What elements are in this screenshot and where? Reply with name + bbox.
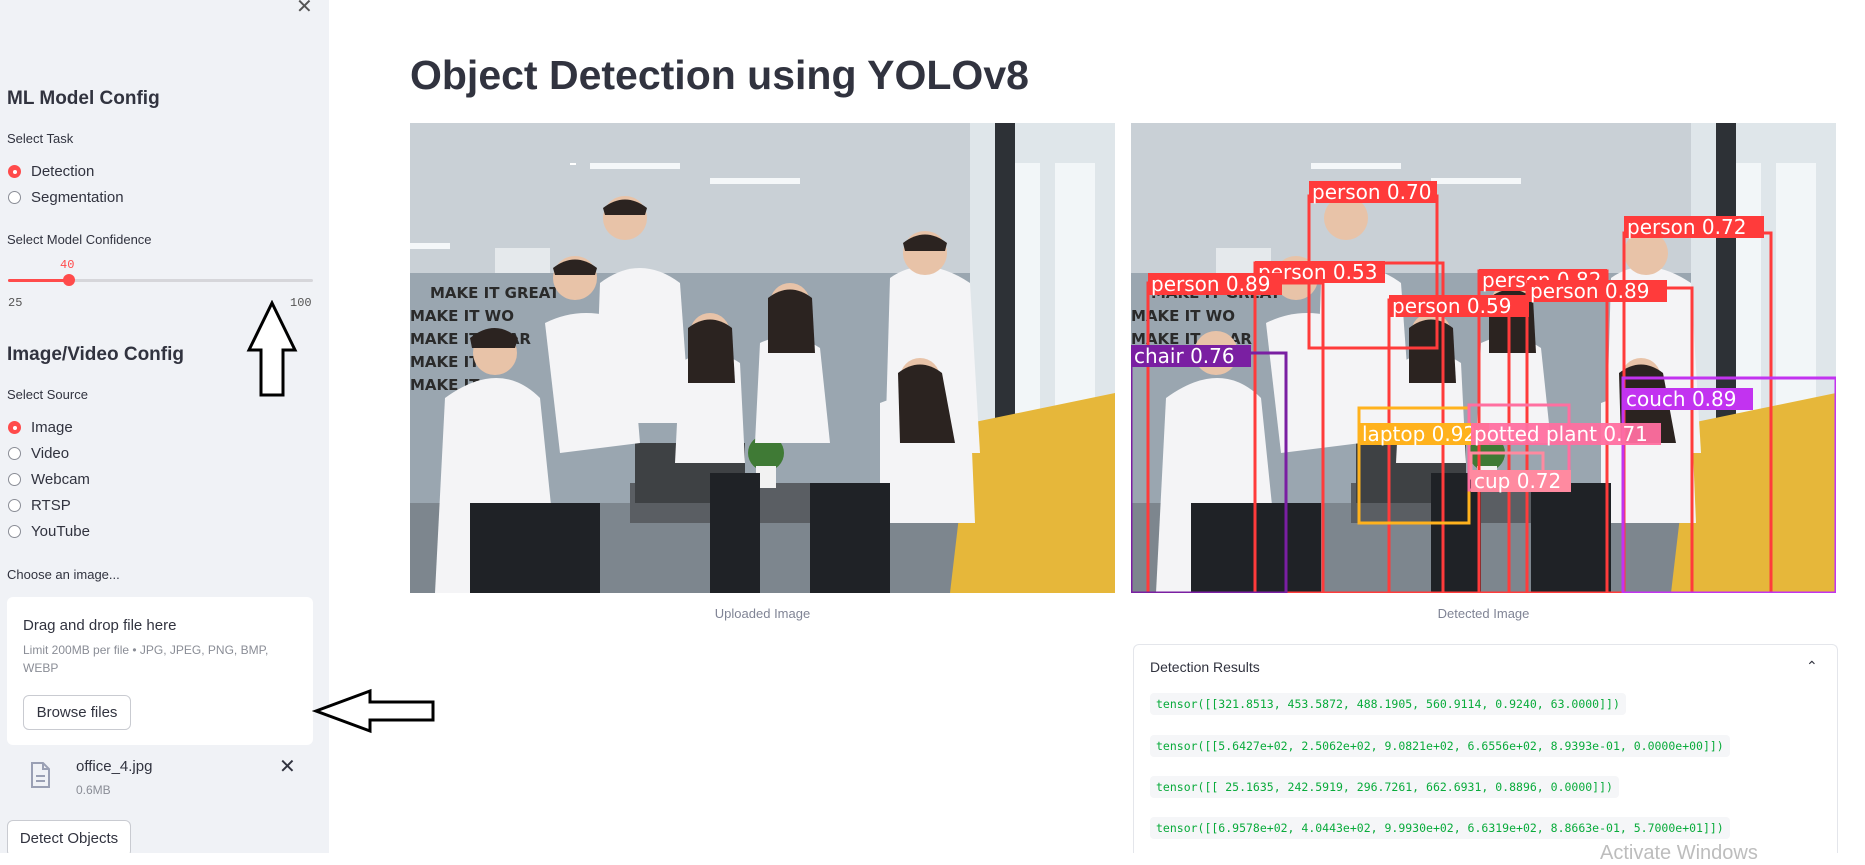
detection-label: cup 0.72 (1474, 469, 1561, 493)
detected-image-caption: Detected Image (1437, 606, 1530, 621)
model-config-heading: ML Model Config (7, 88, 160, 109)
office-photo-detected: MAKE IT GREAT MAKE IT WO MAKE IT SOAR MA… (1131, 123, 1836, 593)
radio-dot-icon (8, 165, 21, 178)
uploaded-image: MAKE IT GREAT MAKE IT WO MAKE IT SOAR MA… (410, 123, 1115, 593)
detection-label: person 0.89 (1530, 279, 1649, 303)
detection-label: person 0.72 (1627, 215, 1746, 239)
detection-label: person 0.89 (1151, 272, 1270, 296)
radio-dot-icon (8, 421, 21, 434)
slider-value: 40 (60, 258, 75, 272)
result-line: tensor([[ 25.1635, 242.5919, 296.7261, 6… (1150, 776, 1619, 798)
radio-label: RTSP (31, 497, 71, 514)
uploaded-image-caption: Uploaded Image (714, 606, 811, 621)
detection-label: laptop 0.92 (1362, 422, 1476, 446)
radio-dot-icon (8, 473, 21, 486)
detection-label: chair 0.76 (1134, 344, 1235, 368)
confidence-slider-thumb[interactable] (63, 274, 75, 286)
select-source-label: Select Source (7, 387, 88, 402)
radio-video[interactable]: Video (8, 445, 69, 462)
detection-label: couch 0.89 (1626, 387, 1736, 411)
select-task-label: Select Task (7, 131, 74, 146)
radio-rtsp[interactable]: RTSP (8, 497, 71, 514)
uploaded-file-size: 0.6MB (76, 783, 111, 797)
office-photo: MAKE IT GREAT MAKE IT WO MAKE IT SOAR MA… (410, 123, 1115, 593)
detect-objects-button[interactable]: Detect Objects (7, 820, 131, 853)
dropzone-limit: Limit 200MB per file • JPG, JPEG, PNG, B… (23, 643, 269, 675)
choose-image-label: Choose an image... (7, 567, 120, 582)
radio-detection[interactable]: Detection (8, 163, 94, 180)
result-line: tensor([[321.8513, 453.5872, 488.1905, 5… (1150, 693, 1626, 715)
wall-text: MAKE IT GREAT (430, 284, 560, 302)
radio-segmentation[interactable]: Segmentation (8, 189, 124, 206)
radio-image[interactable]: Image (8, 419, 73, 436)
result-line: tensor([[6.9578e+02, 4.0443e+02, 9.9930e… (1150, 817, 1730, 839)
radio-label: Detection (31, 163, 95, 180)
source-config-heading: Image/Video Config (7, 344, 185, 365)
radio-label: Image (31, 419, 73, 436)
radio-label: YouTube (31, 523, 90, 540)
confidence-label: Select Model Confidence (7, 232, 152, 247)
slider-min: 25 (8, 296, 23, 310)
browse-files-button[interactable]: Browse files (23, 695, 131, 730)
radio-dot-icon (8, 499, 21, 512)
radio-dot-icon (8, 525, 21, 538)
radio-label: Segmentation (31, 189, 124, 206)
detection-label: person 0.70 (1312, 180, 1431, 204)
radio-dot-icon (8, 447, 21, 460)
chevron-up-icon[interactable]: ⌃ (1806, 658, 1818, 675)
arrow-left-icon (312, 688, 435, 734)
detected-image: MAKE IT GREAT MAKE IT WO MAKE IT SOAR MA… (1131, 123, 1836, 593)
result-line: tensor([[5.6427e+02, 2.5062e+02, 9.0821e… (1150, 735, 1730, 757)
radio-webcam[interactable]: Webcam (8, 471, 90, 488)
confidence-slider-fill (8, 279, 68, 282)
detection-results-expander[interactable]: Detection Results ⌃ tensor([[321.8513, 4… (1133, 644, 1838, 853)
file-icon (31, 762, 50, 788)
activation-watermark: Activate Windows (1600, 842, 1758, 864)
dropzone-title: Drag and drop file here (23, 617, 177, 634)
page-title: Object Detection using YOLOv8 (410, 52, 1029, 98)
close-sidebar-icon[interactable]: ✕ (296, 0, 313, 19)
remove-file-icon[interactable]: ✕ (279, 754, 296, 779)
detection-label: potted plant 0.71 (1474, 422, 1648, 446)
uploaded-file-name: office_4.jpg (76, 758, 153, 775)
wall-text: MAKE IT WO (410, 307, 514, 325)
radio-dot-icon (8, 191, 21, 204)
detection-label: person 0.59 (1392, 294, 1511, 318)
radio-label: Video (31, 445, 70, 462)
results-heading: Detection Results (1150, 659, 1260, 675)
file-dropzone[interactable]: Drag and drop file here Limit 200MB per … (7, 597, 313, 745)
radio-youtube[interactable]: YouTube (8, 523, 90, 540)
arrow-up-icon (246, 300, 298, 397)
sidebar: ✕ ML Model Config Select Task Detection … (0, 0, 329, 853)
radio-label: Webcam (31, 471, 90, 488)
